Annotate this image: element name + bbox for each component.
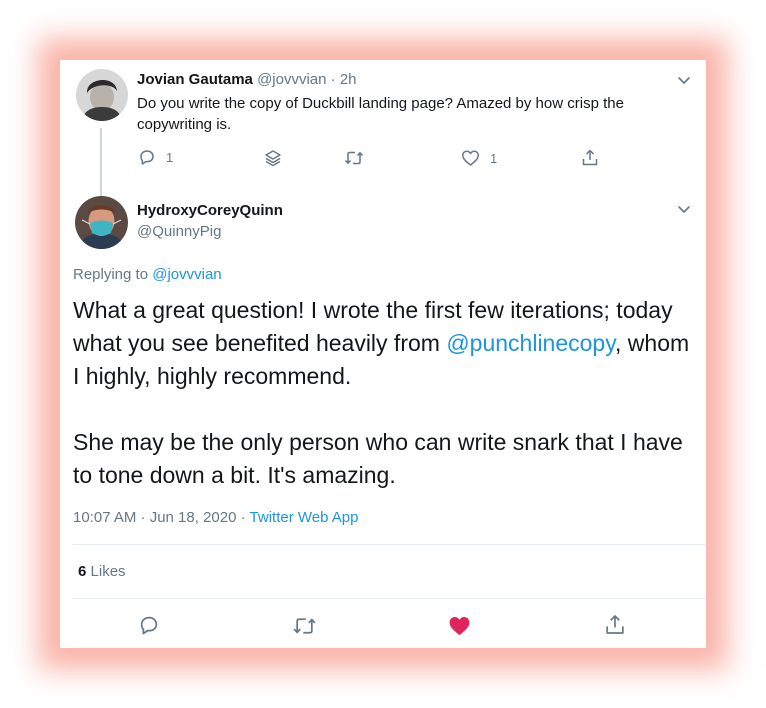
reply-text: Do you write the copy of Duckbill landin…	[137, 95, 624, 133]
tweet-card: Jovian Gautama @jovvvian · 2h Do you wri…	[60, 60, 706, 648]
main-tweet-text: What a great question! I wrote the first…	[73, 294, 693, 492]
reply-separator: ·	[330, 71, 336, 88]
reply-header: Jovian Gautama @jovvvian · 2h	[137, 71, 357, 88]
main-share-action[interactable]	[604, 613, 626, 636]
avatar-corey-image	[75, 196, 128, 249]
main-author-handle[interactable]: @QuinnyPig	[137, 223, 221, 240]
layers-icon	[265, 150, 281, 167]
main-tweet-paragraph-1: What a great question! I wrote the first…	[73, 294, 693, 393]
reply-like-count: 1	[490, 150, 498, 166]
main-like-action[interactable]	[448, 615, 471, 637]
divider-bottom	[72, 598, 706, 599]
mention-punchlinecopy[interactable]: @punchlinecopy	[446, 330, 615, 356]
main-author-name[interactable]: HydroxyCoreyQuinn	[137, 202, 283, 219]
reply-share-action[interactable]	[581, 148, 599, 167]
reply-author-handle[interactable]: @jovvvian	[257, 71, 326, 88]
main-source[interactable]: Twitter Web App	[250, 509, 359, 526]
heart-outline-icon	[462, 150, 479, 166]
retweet-icon	[293, 618, 316, 634]
replying-to: Replying to @jovvvian	[73, 266, 222, 283]
share-icon	[606, 615, 624, 634]
reply-reply-count: 1	[166, 149, 174, 165]
reply-reply-action[interactable]: 1	[138, 148, 173, 166]
reply-retweet-action[interactable]	[344, 149, 364, 167]
avatar-jovian-image	[76, 69, 128, 121]
replying-to-handle[interactable]: @jovvvian	[152, 266, 221, 283]
reply-layers-action[interactable]	[263, 148, 283, 168]
replying-to-label: Replying to	[73, 266, 149, 283]
main-chevron-down-icon[interactable]	[677, 202, 691, 216]
meta-dot: ·	[240, 509, 246, 526]
reply-time[interactable]: 2h	[340, 71, 357, 88]
reply-icon	[140, 150, 154, 165]
reply-author-name[interactable]: Jovian Gautama	[137, 71, 253, 88]
avatar-jovian[interactable]	[76, 69, 128, 121]
avatar-corey[interactable]	[75, 196, 128, 249]
likes-count: 6	[78, 563, 87, 580]
main-reply-action[interactable]	[138, 614, 160, 636]
share-icon	[582, 149, 598, 166]
reply-chevron-down-icon[interactable]	[677, 73, 691, 87]
likes-label: Likes	[90, 563, 126, 580]
divider-top	[72, 544, 706, 545]
thread-line	[100, 128, 102, 204]
reply-like-action[interactable]: 1	[461, 149, 497, 167]
likes-summary[interactable]: 6 Likes	[78, 563, 126, 580]
heart-filled-icon	[449, 617, 470, 636]
main-tweet-paragraph-2: She may be the only person who can write…	[73, 429, 683, 488]
reply-icon	[140, 616, 158, 635]
retweet-icon	[344, 151, 364, 165]
main-timestamp[interactable]: 10:07 AM · Jun 18, 2020	[73, 509, 236, 526]
main-retweet-action[interactable]	[292, 615, 317, 637]
main-meta: 10:07 AM · Jun 18, 2020 · Twitter Web Ap…	[73, 509, 358, 526]
